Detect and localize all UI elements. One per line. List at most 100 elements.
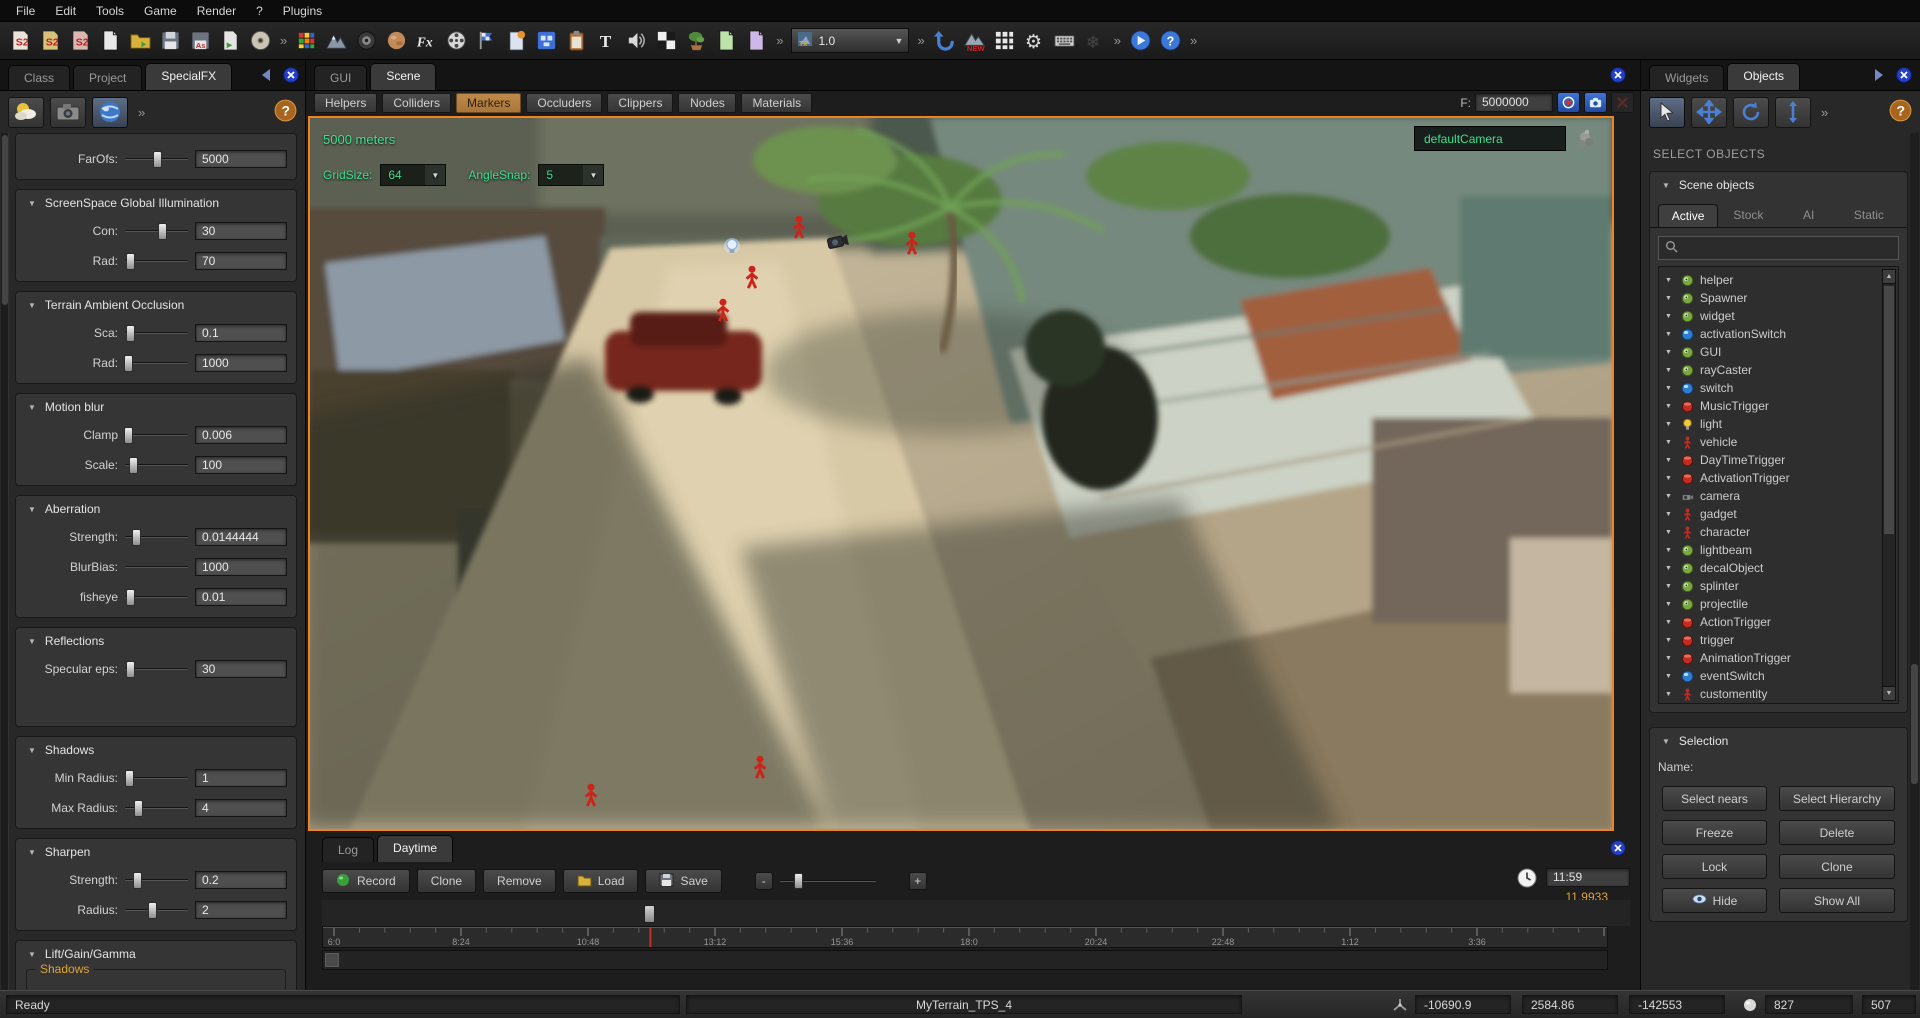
gear-button[interactable]: ⚙	[1020, 26, 1049, 55]
scene-doc-yellow-button[interactable]: S2	[36, 26, 65, 55]
clone-button[interactable]: Clone	[1779, 854, 1895, 879]
save-button[interactable]	[156, 26, 185, 55]
anglesnap-dropdown[interactable]: 5▼	[538, 164, 604, 186]
chevron-more-icon[interactable]: »	[772, 33, 787, 48]
tab-gui[interactable]: GUI	[314, 65, 367, 90]
terrain-mountain-button[interactable]	[322, 26, 351, 55]
expand-triangle-icon[interactable]: ▼	[1665, 331, 1675, 338]
param-value[interactable]: 1	[195, 769, 287, 787]
expand-triangle-icon[interactable]: ▼	[1665, 493, 1675, 500]
expand-triangle-icon[interactable]: ▼	[1665, 547, 1675, 554]
param-slider[interactable]	[123, 151, 190, 168]
expand-triangle-icon[interactable]: ▼	[1665, 439, 1675, 446]
object-list-item-lightbeam[interactable]: ▼lightbeam	[1665, 541, 1898, 559]
object-search[interactable]	[1658, 236, 1899, 260]
scroll-up-icon[interactable]: ▲	[1883, 270, 1895, 284]
object-list-item-helper[interactable]: ▼helper	[1665, 271, 1898, 289]
expand-triangle-icon[interactable]: ▼	[1665, 295, 1675, 302]
param-value[interactable]: 30	[195, 222, 287, 240]
show-all-button[interactable]: Show All	[1779, 888, 1895, 913]
menu-item--[interactable]: ?	[246, 1, 273, 21]
slider-thumb[interactable]	[133, 872, 142, 889]
param-slider[interactable]	[123, 457, 190, 474]
tab-widgets[interactable]: Widgets	[1649, 65, 1724, 90]
expand-triangle-icon[interactable]: ▼	[1665, 565, 1675, 572]
subtab-occluders[interactable]: Occluders	[526, 93, 602, 113]
param-slider[interactable]	[123, 770, 190, 787]
scene-doc-red-button[interactable]: S2	[6, 26, 35, 55]
expand-triangle-icon[interactable]: ▼	[1665, 457, 1675, 464]
scroll-down-icon[interactable]: ▼	[1883, 686, 1895, 700]
rotate-tool-button[interactable]	[1733, 97, 1769, 128]
terrain-new-button[interactable]: NEW	[960, 26, 989, 55]
help-icon[interactable]: ?	[274, 99, 297, 125]
slider-thumb[interactable]	[126, 253, 135, 270]
object-list-item-customentity[interactable]: ▼customentity	[1665, 685, 1898, 703]
doc-purple-button[interactable]	[742, 26, 771, 55]
object-list-item-spawner[interactable]: ▼Spawner	[1665, 289, 1898, 307]
left-panel-scrollbar[interactable]	[1, 133, 9, 990]
slider-thumb[interactable]	[124, 427, 133, 444]
param-value[interactable]: 1000	[195, 354, 287, 372]
delete-button[interactable]: Delete	[1779, 820, 1895, 845]
viewport-3d[interactable]: 5000 meters GridSize: 64▼ AngleSnap: 5▼ …	[308, 116, 1614, 831]
select-nears-button[interactable]: Select nears	[1662, 786, 1767, 811]
freeze-button[interactable]: Freeze	[1662, 820, 1767, 845]
param-slider[interactable]	[123, 589, 190, 606]
tab-log[interactable]: Log	[322, 837, 374, 862]
bonsai-tree-button[interactable]	[682, 26, 711, 55]
param-slider[interactable]	[123, 559, 190, 576]
film-reel-button[interactable]	[442, 26, 471, 55]
wheel-button[interactable]	[352, 26, 381, 55]
menu-item-plugins[interactable]: Plugins	[273, 1, 332, 21]
help-icon[interactable]: ?	[1889, 99, 1912, 125]
param-value[interactable]: 100	[195, 456, 287, 474]
collapse-left-arrow-icon[interactable]	[259, 68, 273, 85]
expand-triangle-icon[interactable]: ▼	[1665, 385, 1675, 392]
camera-tool-button[interactable]	[50, 97, 86, 128]
timeline-marker-row[interactable]	[322, 900, 1630, 926]
param-value[interactable]: 30	[195, 660, 287, 678]
scene-doc-pink-button[interactable]: S2	[66, 26, 95, 55]
select-hierarchy-button[interactable]: Select Hierarchy	[1779, 786, 1895, 811]
text-tool-button[interactable]: T	[592, 26, 621, 55]
save-button[interactable]: Save	[645, 869, 721, 893]
right-panel-scrollbar[interactable]	[1910, 133, 1919, 990]
param-slider[interactable]	[123, 325, 190, 342]
tab-specialfx[interactable]: SpecialFX	[145, 63, 232, 90]
fx-button[interactable]: Fx	[412, 26, 441, 55]
detach-scene-panel-icon[interactable]	[1610, 67, 1626, 86]
tab-class[interactable]: Class	[8, 65, 70, 90]
menu-item-edit[interactable]: Edit	[45, 1, 86, 21]
object-list-item-camera[interactable]: ▼camera	[1665, 487, 1898, 505]
section-header[interactable]: ▼Motion blur	[16, 394, 296, 420]
expand-triangle-icon[interactable]: ▼	[1665, 601, 1675, 608]
tab-project[interactable]: Project	[73, 65, 142, 90]
param-slider[interactable]	[123, 902, 190, 919]
chevron-more-icon[interactable]: »	[913, 33, 928, 48]
window-layout-button[interactable]	[532, 26, 561, 55]
hide-button[interactable]: Hide	[1662, 888, 1767, 913]
section-header[interactable]: ▼Aberration	[16, 496, 296, 522]
detach-left-panel-icon[interactable]	[283, 67, 299, 86]
zoom-out-button[interactable]: -	[755, 872, 773, 890]
expand-triangle-icon[interactable]: ▼	[1665, 583, 1675, 590]
param-slider[interactable]	[123, 529, 190, 546]
record-target-button[interactable]	[1557, 92, 1580, 113]
globe-tool-button[interactable]	[92, 97, 128, 128]
slider-thumb[interactable]	[132, 529, 141, 546]
scene-marker-bulb[interactable]	[724, 238, 740, 254]
object-list-item-light[interactable]: ▼light	[1665, 415, 1898, 433]
subtab-colliders[interactable]: Colliders	[382, 93, 451, 113]
texture-zoom-combo[interactable]: Tx1.0▼	[791, 28, 909, 53]
object-list-scrollbar[interactable]: ▲ ▼	[1882, 269, 1896, 701]
expand-triangle-icon[interactable]: ▼	[1665, 403, 1675, 410]
detach-right-panel-icon[interactable]	[1896, 67, 1912, 86]
expand-right-arrow-icon[interactable]	[1872, 68, 1886, 85]
object-list-item-vehicle[interactable]: ▼vehicle	[1665, 433, 1898, 451]
chevron-more-icon[interactable]: »	[1817, 105, 1832, 120]
timeline-track[interactable]	[322, 950, 1608, 970]
tab-objects[interactable]: Objects	[1727, 63, 1800, 90]
timeline-ruler[interactable]: 6:08:2410:4813:1215:3618:020:2422:481:12…	[322, 926, 1608, 948]
param-value[interactable]: 0.01	[195, 588, 287, 606]
